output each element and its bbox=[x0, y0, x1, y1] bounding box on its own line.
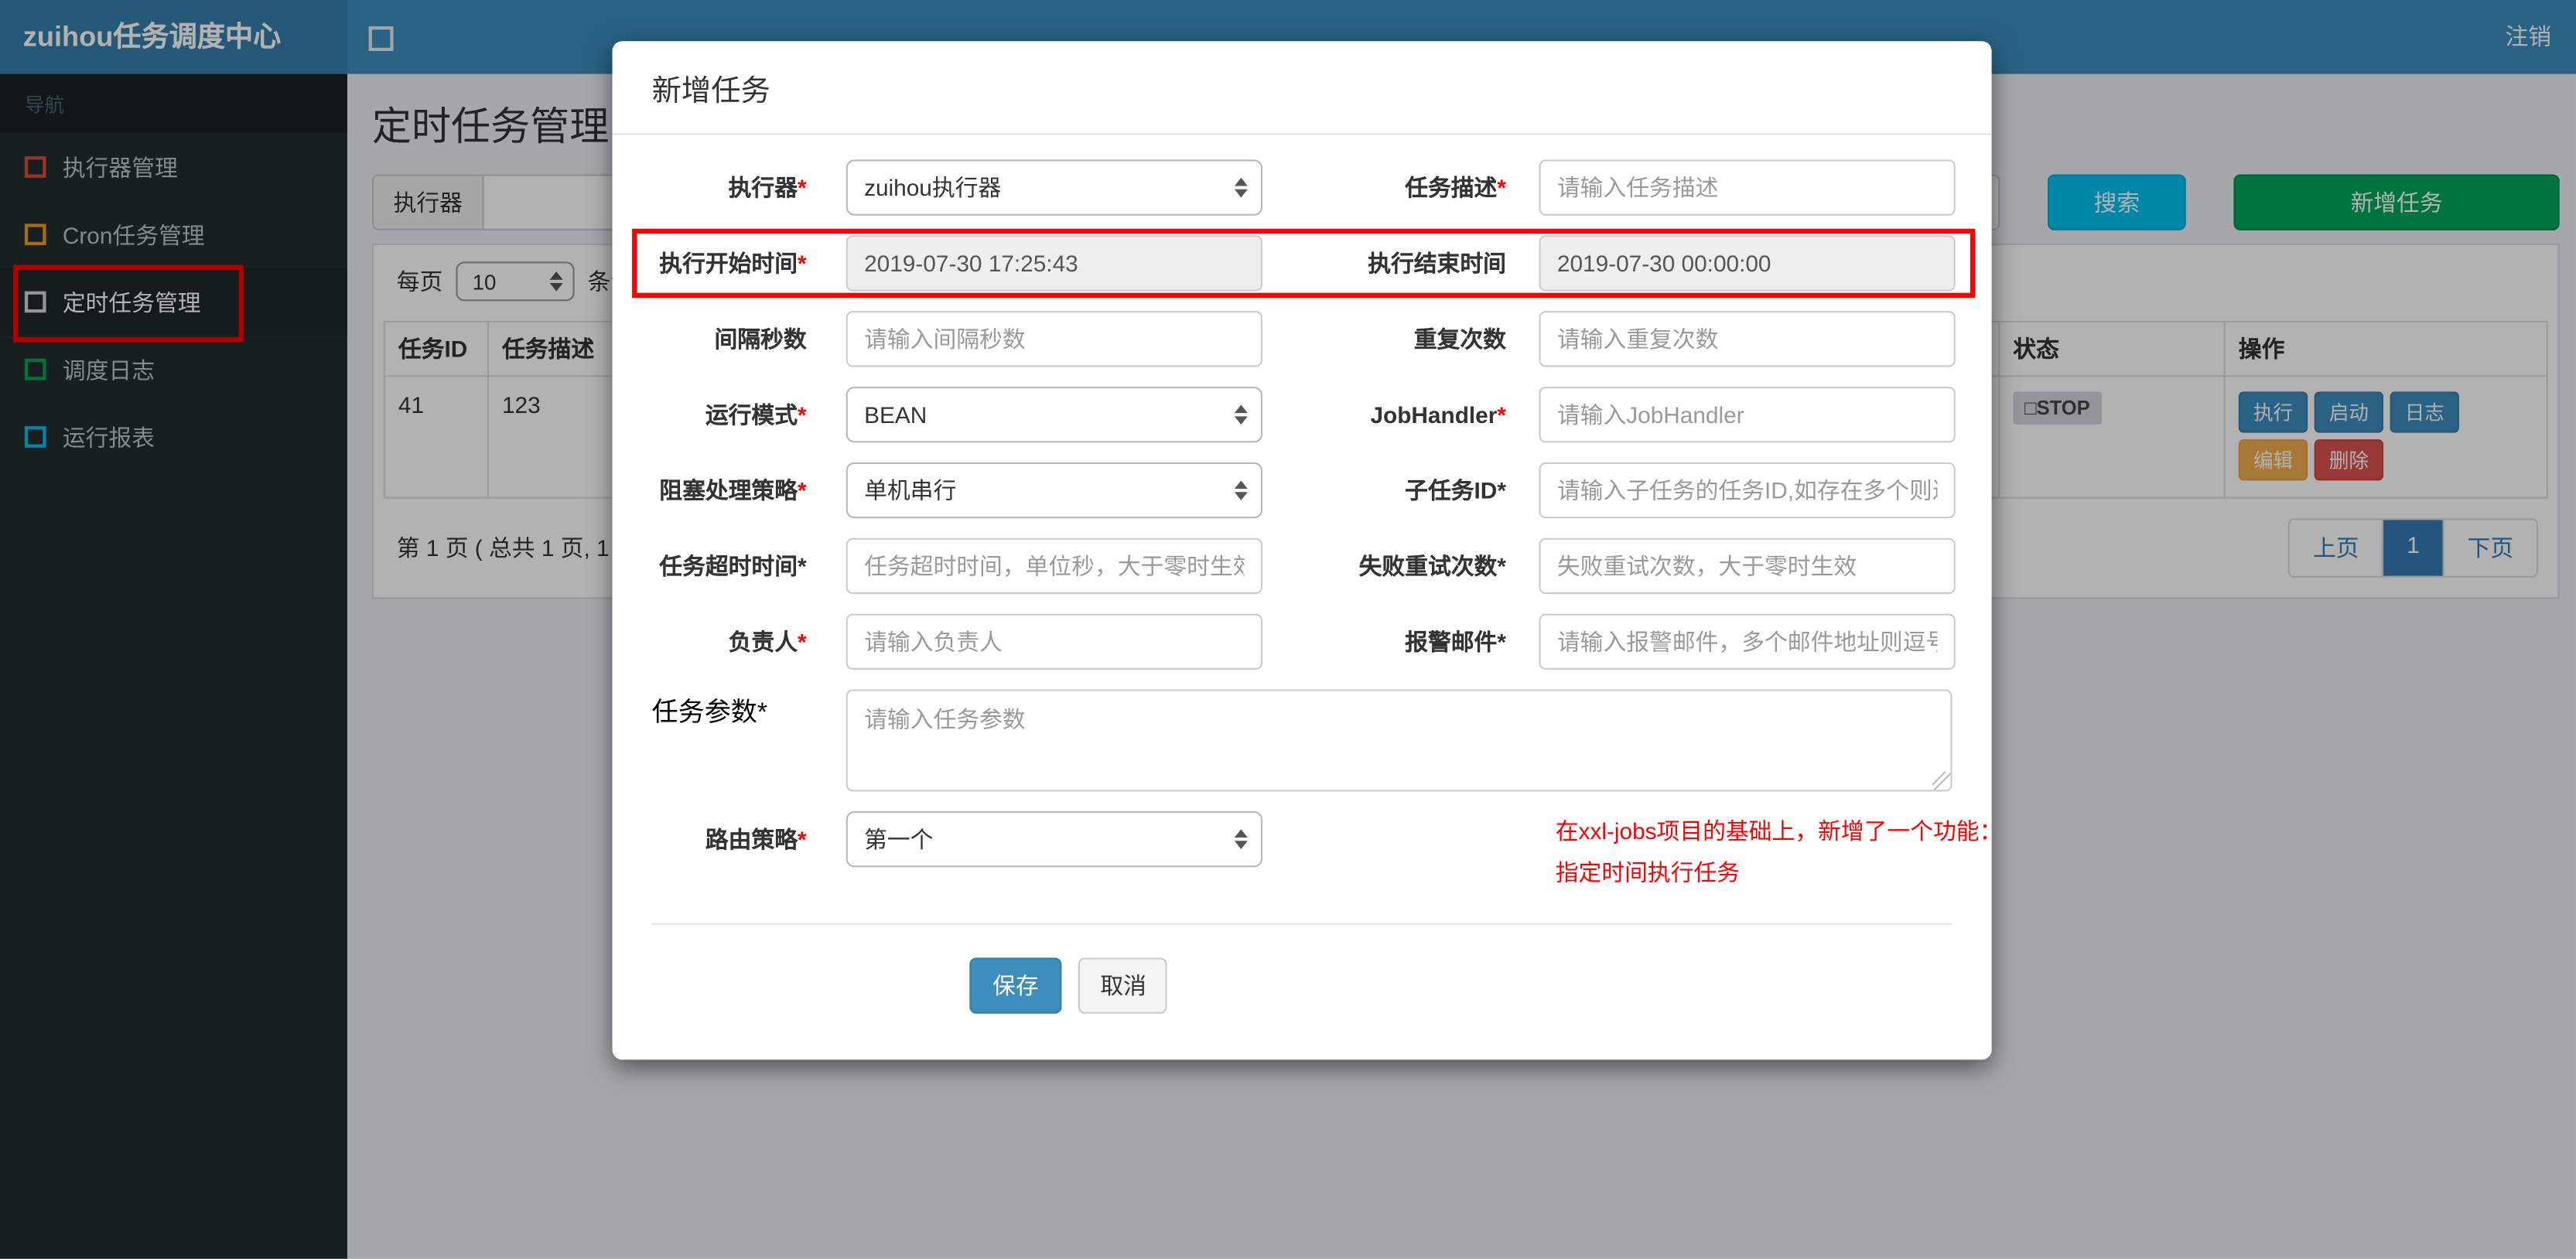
block-strategy-select[interactable]: 单机串行 bbox=[846, 462, 1263, 519]
owner-input[interactable] bbox=[846, 613, 1263, 670]
task-params-label: 任务参数* bbox=[651, 699, 768, 728]
alarm-email-label: 报警邮件* bbox=[1405, 628, 1506, 655]
task-desc-input[interactable] bbox=[1539, 159, 1956, 216]
timeout-label: 任务超时时间* bbox=[659, 552, 807, 579]
executor-select-value: zuihou执行器 bbox=[864, 174, 1002, 201]
select-arrows-icon bbox=[1234, 404, 1248, 425]
block-strategy-label: 阻塞处理策略* bbox=[659, 477, 807, 504]
block-strategy-value: 单机串行 bbox=[864, 477, 957, 504]
select-arrows-icon bbox=[1234, 829, 1248, 849]
repeat-label: 重复次数 bbox=[1413, 326, 1506, 353]
child-task-input[interactable] bbox=[1539, 462, 1956, 519]
route-strategy-label: 路由策略* bbox=[705, 826, 807, 853]
repeat-input[interactable] bbox=[1539, 311, 1956, 367]
start-time-label: 执行开始时间* bbox=[659, 250, 807, 277]
end-time-input[interactable]: 2019-07-30 00:00:00 bbox=[1539, 235, 1956, 292]
alarm-email-input[interactable] bbox=[1539, 613, 1956, 670]
end-time-label: 执行结束时间 bbox=[1368, 250, 1506, 277]
run-mode-select[interactable]: BEAN bbox=[846, 387, 1263, 443]
select-arrows-icon bbox=[1234, 480, 1248, 500]
child-task-label: 子任务ID* bbox=[1405, 477, 1506, 504]
retry-input[interactable] bbox=[1539, 537, 1956, 595]
save-button[interactable]: 保存 bbox=[969, 957, 1062, 1014]
cancel-button[interactable]: 取消 bbox=[1078, 957, 1168, 1014]
timeout-input[interactable] bbox=[846, 537, 1263, 595]
feature-note-line2: 指定时间执行任务 bbox=[1555, 858, 1741, 885]
owner-label: 负责人* bbox=[728, 628, 807, 655]
executor-label: 执行器* bbox=[728, 174, 807, 201]
executor-select[interactable]: zuihou执行器 bbox=[846, 159, 1263, 216]
app-root: zuihou任务调度中心 注销 导航 执行器管理 Cron任务管理 定时任务管理… bbox=[0, 0, 2576, 1259]
feature-note: 在xxl-jobs项目的基础上，新增了一个功能： 指定时间执行任务 bbox=[1539, 811, 2003, 893]
jobhandler-label: JobHandler* bbox=[1370, 401, 1506, 428]
start-time-input[interactable]: 2019-07-30 17:25:43 bbox=[846, 235, 1263, 292]
run-mode-value: BEAN bbox=[864, 401, 928, 428]
run-mode-label: 运行模式* bbox=[705, 401, 807, 428]
route-strategy-value: 第一个 bbox=[864, 826, 934, 853]
modal-form: 执行器* zuihou执行器 任务描述* 执行开始时间* 2019-07-30 … bbox=[613, 135, 2003, 1060]
retry-label: 失败重试次数* bbox=[1358, 552, 1506, 579]
add-task-modal: 新增任务 执行器* zuihou执行器 任务描述* 执行开始时间* 2019-0… bbox=[612, 41, 2003, 1060]
interval-label: 间隔秒数 bbox=[714, 326, 807, 353]
route-strategy-select[interactable]: 第一个 bbox=[846, 811, 1263, 868]
task-desc-label: 任务描述* bbox=[1405, 174, 1506, 201]
select-arrows-icon bbox=[1234, 177, 1248, 198]
task-params-textarea[interactable] bbox=[846, 689, 1952, 792]
modal-title: 新增任务 bbox=[651, 73, 770, 107]
interval-input[interactable] bbox=[846, 311, 1263, 367]
modal-header: 新增任务 bbox=[612, 41, 1992, 135]
jobhandler-input[interactable] bbox=[1539, 387, 1956, 443]
feature-note-line1: 在xxl-jobs项目的基础上，新增了一个功能： bbox=[1555, 817, 2003, 844]
modal-footer: 保存 取消 bbox=[651, 923, 1952, 1060]
